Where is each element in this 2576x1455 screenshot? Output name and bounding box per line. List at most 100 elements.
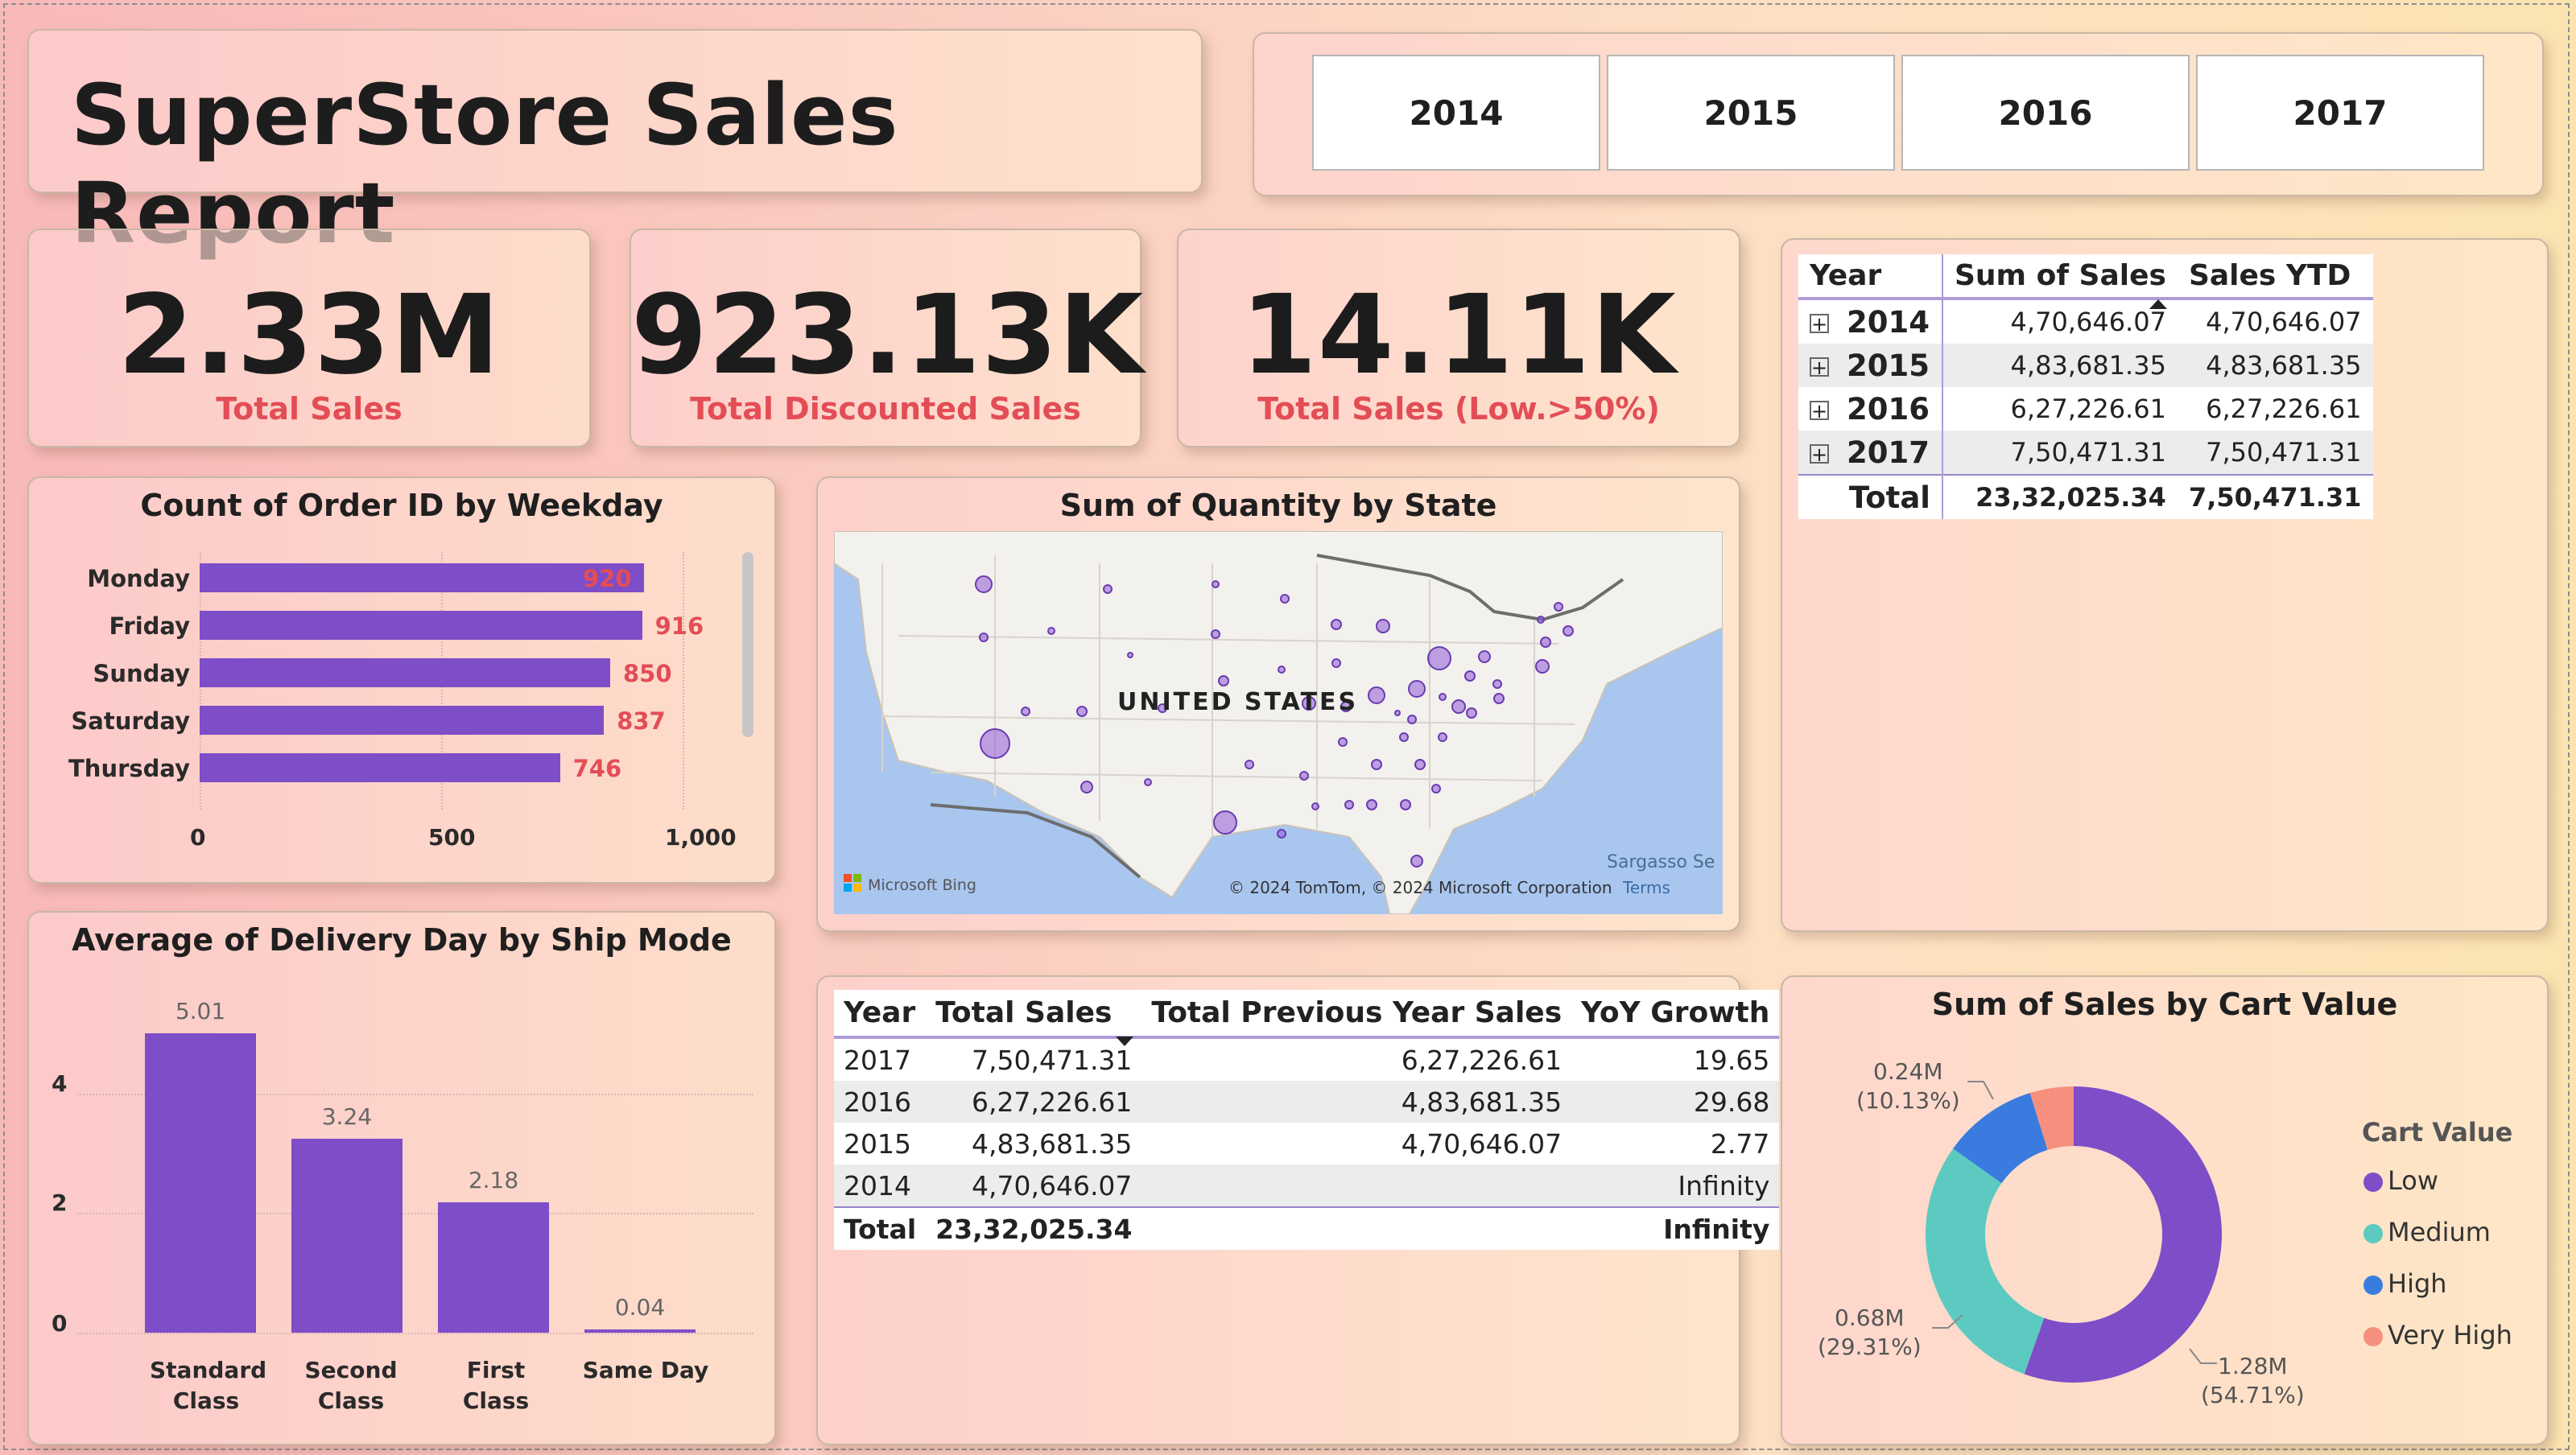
legend-item[interactable]: Medium [2363, 1217, 2491, 1247]
x-category-label: Standard Class [150, 1357, 267, 1414]
data-label: 2.18 [468, 1167, 519, 1194]
kpi-total-discounted-sales[interactable]: 923.13K Total Discounted Sales [630, 229, 1145, 447]
kpi-label: Total Discounted Sales [690, 391, 1081, 427]
y-tick: 0 [52, 1310, 68, 1337]
y-category-label: Thursday [68, 755, 190, 782]
y-tick: 4 [52, 1070, 68, 1097]
y-category-label: Sunday [93, 660, 190, 687]
table-row: 2016 6,27,226.61 4,83,681.35 29.68 [834, 1081, 1780, 1123]
y-tick: 2 [52, 1189, 68, 1216]
donut-chart[interactable] [1782, 977, 2550, 1447]
table-row: 2014 4,70,646.07 Infinity [834, 1164, 1780, 1207]
data-label: 920 [583, 565, 632, 592]
gridline [77, 1333, 753, 1334]
bar[interactable] [584, 1329, 696, 1333]
map-terms-link: Terms [1622, 878, 1670, 897]
bing-logo-text: Microsoft Bing [868, 876, 976, 894]
title-card: SuperStore Sales Report [27, 29, 1203, 262]
kpi-total-sales[interactable]: 2.33M Total Sales [27, 229, 591, 447]
donut-slice[interactable] [1926, 1148, 2045, 1375]
legend-item[interactable]: Low [2363, 1165, 2438, 1196]
map-copyright: © 2024 TomTom, © 2024 Microsoft Corporat… [1228, 878, 1612, 897]
data-label: 3.24 [321, 1103, 373, 1131]
yoy-table: Year Total Sales Total Previous Year Sal… [834, 990, 1780, 1250]
total-row: Total 23,32,025.34 7,50,471.31 [1798, 474, 2373, 519]
column-header[interactable]: Year [1798, 254, 1942, 300]
table-row: +2015 4,83,681.35 4,83,681.35 [1798, 344, 2373, 387]
kpi-label: Total Sales [216, 391, 402, 427]
data-label: 5.01 [175, 998, 226, 1024]
column-header[interactable]: Year [834, 990, 927, 1039]
column-header[interactable]: Total Sales [926, 990, 1142, 1039]
legend-marker-icon [2363, 1327, 2383, 1346]
data-label: 0.24M (10.13%) [1856, 1058, 1960, 1114]
legend-marker-icon [2363, 1173, 2383, 1192]
ytd-matrix: Year Sum of Sales Sales YTD +2014 4,70,64… [1798, 254, 2373, 519]
chart-title: Sum of Quantity by State [1059, 488, 1497, 523]
sea-label: Sargasso Se [1607, 852, 1715, 872]
expand-icon[interactable]: + [1810, 357, 1829, 377]
data-label: 0.04 [614, 1294, 666, 1321]
legend-title: Cart Value [2362, 1117, 2513, 1148]
bar[interactable] [200, 658, 610, 687]
x-category-label: First Class [462, 1357, 530, 1414]
expand-icon[interactable]: + [1810, 314, 1829, 334]
y-category-label: Friday [109, 612, 190, 640]
table-row: +2017 7,50,471.31 7,50,471.31 [1798, 431, 2373, 475]
scrollbar[interactable] [742, 552, 753, 737]
bar[interactable] [200, 611, 642, 640]
x-category-label: Same Day [582, 1357, 709, 1383]
bar[interactable] [200, 563, 644, 592]
bar[interactable] [438, 1202, 549, 1333]
year-button-2017[interactable]: 2017 [2196, 55, 2484, 171]
x-tick: 0 [190, 824, 206, 851]
weekday-plot: Monday 920 Friday 916 Sunday 850 Saturday 837 Th… [29, 478, 774, 882]
data-label: 0.68M (29.31%) [1818, 1305, 1922, 1360]
data-label: 916 [654, 612, 704, 640]
year-button-2015[interactable]: 2015 [1607, 55, 1895, 171]
kpi-label: Total Sales (Low.>50%) [1257, 391, 1660, 427]
data-label: 837 [617, 707, 666, 735]
x-tick: 500 [428, 824, 476, 851]
sort-descending-icon[interactable] [1116, 1037, 1133, 1046]
total-row: Total 23,32,025.34 Infinity [834, 1206, 1780, 1250]
bar[interactable] [291, 1139, 402, 1333]
bar[interactable] [200, 706, 605, 735]
column-header[interactable]: Sum of Sales [1942, 254, 2178, 300]
table-row: +2014 4,70,646.07 4,70,646.07 [1798, 299, 2373, 344]
year-slicer: 2014 2015 2016 2017 [1253, 32, 2544, 196]
data-label: 850 [623, 660, 672, 687]
kpi-total-sales-low[interactable]: 14.11K Total Sales (Low.>50%) [1177, 229, 1740, 447]
legend-item[interactable]: High [2363, 1268, 2447, 1299]
legend-marker-icon [2363, 1224, 2383, 1243]
cart-chart-card[interactable]: Sum of Sales by Cart Value Cart Value 1.… [1781, 975, 2549, 1445]
column-header[interactable]: Sales YTD [2177, 254, 2373, 300]
us-map[interactable]: UNITED STATES Microsoft Bing Sargasso Se… [834, 531, 1723, 914]
kpi-value: 923.13K [631, 272, 1145, 399]
map-card[interactable]: Sum of Quantity by State UNITED STATES M… [816, 476, 1740, 932]
y-category-label: Monday [87, 565, 190, 592]
year-button-2014[interactable]: 2014 [1312, 55, 1600, 171]
column-header[interactable]: Total Previous Year Sales [1141, 990, 1572, 1039]
table-row: +2016 6,27,226.61 6,27,226.61 [1798, 387, 2373, 431]
bar[interactable] [200, 753, 560, 782]
expand-icon[interactable]: + [1810, 444, 1829, 464]
weekday-chart-card[interactable]: Count of Order ID by Weekday Monday 920 Fr… [27, 476, 776, 884]
legend-marker-icon [2363, 1276, 2383, 1295]
gridline [683, 552, 684, 810]
map-country-label: UNITED STATES [1117, 688, 1358, 716]
table-row: 2015 4,83,681.35 4,70,646.07 2.77 [844, 1127, 1770, 1160]
bar[interactable] [145, 1033, 256, 1333]
column-header[interactable]: YoY Growth [1571, 990, 1780, 1039]
delivery-chart-card[interactable]: Average of Delivery Day by Ship Mode 5.0… [27, 911, 776, 1445]
legend-item[interactable]: Very High [2363, 1320, 2512, 1350]
kpi-value: 14.11K [1241, 272, 1677, 399]
y-category-label: Saturday [71, 707, 190, 735]
year-button-2016[interactable]: 2016 [1901, 55, 2190, 171]
sort-ascending-icon[interactable] [2149, 299, 2167, 309]
kpi-value: 2.33M [118, 272, 501, 399]
expand-icon[interactable]: + [1810, 401, 1829, 421]
data-label: 746 [572, 755, 622, 782]
data-label: 1.28M (54.71%) [2201, 1353, 2305, 1408]
leader-line [1967, 1081, 1994, 1100]
